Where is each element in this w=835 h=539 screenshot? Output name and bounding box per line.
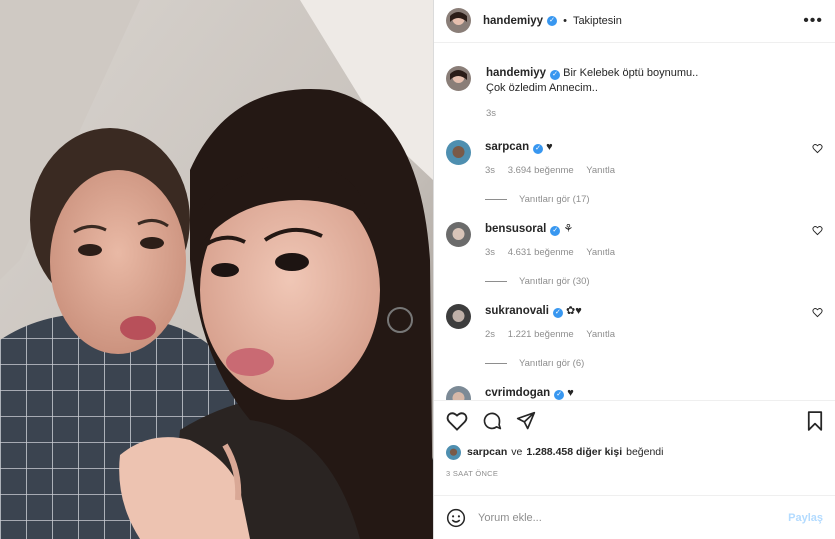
post-header: handemiyy ✓ • Takiptesin ••• [434,0,835,43]
caption: handemiyy ✓ Bir Kelebek öptü boynumu.. Ço… [446,65,823,119]
post-photo[interactable] [0,0,433,539]
send-icon[interactable] [516,411,536,431]
post-side-panel: handemiyy ✓ • Takiptesin ••• handemiyy ✓ … [433,0,835,539]
follow-status[interactable]: Takiptesin [573,15,622,27]
comment-time: 2s [485,328,496,340]
author-avatar[interactable] [446,65,471,91]
reply-button[interactable]: Yanıtla [586,165,615,176]
verified-icon: ✓ [554,389,565,400]
replies-divider [485,362,507,364]
share-comment-button[interactable]: Paylaş [788,512,823,524]
comment-likes[interactable]: 3.694 beğenme [508,165,574,176]
comment-time: 3s [485,246,496,258]
post-timestamp: 3 SAAT ÖNCE [446,469,499,479]
comment-text: ⚘ [563,222,574,235]
liker-username[interactable]: sarpcan [467,446,507,458]
commenter-avatar[interactable] [446,303,471,329]
comment-text: ♥ [567,386,574,399]
verified-icon: ✓ [547,15,558,26]
comment-text: ♥ [546,140,553,153]
comment-likes[interactable]: 1.221 beğenme [508,329,574,340]
author-username[interactable]: handemiyy [483,15,543,27]
add-comment-bar: Paylaş [434,495,835,539]
commenter-avatar[interactable] [446,139,471,165]
likes-suffix: beğendi [626,446,664,459]
liker-avatar [446,444,461,460]
comment-input[interactable] [478,511,789,524]
instagram-post-modal: handemiyy ✓ • Takiptesin ••• handemiyy ✓ … [0,0,835,539]
comment-icon[interactable] [482,411,502,431]
comment-username[interactable]: sukranovali [485,305,549,317]
bookmark-icon[interactable] [807,411,823,431]
replies-divider [485,280,507,282]
comment-time: 3s [485,164,496,176]
likes-joiner: ve [511,446,523,459]
comment-like-icon[interactable] [812,225,823,236]
likes-count[interactable]: 1.288.458 diğer kişi [526,446,622,458]
comments-list[interactable]: handemiyy ✓ Bir Kelebek öptü boynumu.. Ço… [434,43,835,400]
likes-summary[interactable]: sarpcan ve 1.288.458 diğer kişi beğendi [434,441,835,463]
commenter-avatar[interactable] [446,221,471,247]
caption-time: 3s [486,107,497,119]
comment-like-icon[interactable] [812,143,823,154]
comment-item: sarpcan ✓ ♥ 3s 3.694 beğenme Yanıtla Yanı… [446,139,823,205]
verified-icon: ✓ [533,143,544,154]
author-avatar[interactable] [446,8,471,34]
more-icon[interactable]: ••• [803,12,823,30]
comment-username[interactable]: bensusoral [485,223,546,235]
view-replies-button[interactable]: Yanıtları gör (30) [485,276,823,287]
comment-like-icon[interactable] [812,307,823,318]
comment-item: bensusoral ✓ ⚘ 3s 4.631 beğenme Yanıtla Y… [446,221,823,287]
caption-text-line2: Çok özledim Annecim.. [486,81,598,94]
view-replies-label: Yanıtları gör (30) [519,275,590,287]
reply-button[interactable]: Yanıtla [586,247,615,258]
verified-icon: ✓ [550,225,561,236]
verified-icon: ✓ [552,307,563,318]
verified-icon: ✓ [550,69,561,80]
comment-text: ✿♥ [565,304,582,317]
post-actions-bar [434,399,835,442]
caption-username[interactable]: handemiyy [486,67,546,79]
view-replies-label: Yanıtları gör (17) [519,193,590,205]
comment-item: sukranovali ✓ ✿♥ 2s 1.221 beğenme Yanıtla… [446,303,823,369]
comment-item: cvrimdogan ✓ ♥ [446,385,823,400]
separator-dot: • [563,14,567,27]
commenter-avatar[interactable] [446,385,471,400]
view-replies-button[interactable]: Yanıtları gör (17) [485,194,823,205]
selfie-image [0,0,433,539]
caption-text-line1: Bir Kelebek öptü boynumu.. [563,66,699,79]
view-replies-button[interactable]: Yanıtları gör (6) [485,358,823,369]
reply-button[interactable]: Yanıtla [586,329,615,340]
comment-username[interactable]: cvrimdogan [485,387,550,399]
view-replies-label: Yanıtları gör (6) [519,357,585,369]
comment-likes[interactable]: 4.631 beğenme [508,247,574,258]
emoji-icon[interactable] [446,508,466,528]
heart-icon[interactable] [446,411,468,431]
comment-username[interactable]: sarpcan [485,141,529,153]
replies-divider [485,198,507,200]
